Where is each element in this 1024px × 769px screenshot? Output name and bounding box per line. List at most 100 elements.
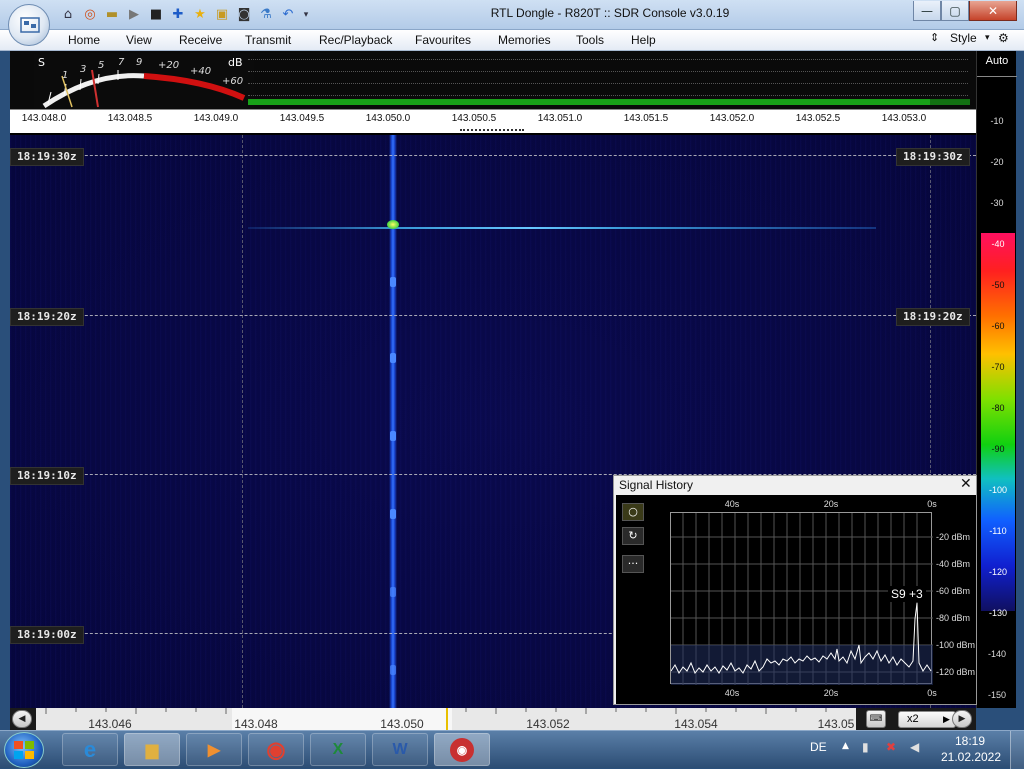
signal-burst	[390, 665, 396, 675]
db-label: -140	[987, 649, 1006, 659]
splitter-grip[interactable]	[460, 129, 524, 133]
history-y-label: -40 dBm	[936, 559, 971, 569]
clock-date[interactable]: 21.02.2022	[936, 750, 1006, 764]
style-dropdown-icon[interactable]: ▾	[985, 32, 990, 43]
undo-icon[interactable]: ↶	[280, 7, 296, 23]
zoom-arrow-icon: ▶	[943, 714, 950, 724]
signal-history-title: Signal History	[619, 478, 694, 492]
settings-gear-icon[interactable]: ⚙	[998, 31, 1009, 45]
flask-icon[interactable]: ⚗	[258, 7, 274, 23]
language-indicator[interactable]: DE	[810, 740, 827, 754]
db-label: -10	[990, 116, 1004, 126]
show-desktop-button[interactable]	[1010, 731, 1024, 769]
stop-icon[interactable]: ■	[148, 7, 164, 23]
excel-icon[interactable]: X	[310, 733, 366, 766]
db-label: -70	[991, 362, 1005, 372]
db-label: -40	[991, 239, 1005, 249]
s-meter-scale-label: 5	[98, 60, 105, 71]
folder-icon[interactable]: ▬	[104, 7, 120, 23]
signal-burst	[390, 509, 396, 519]
minimize-button[interactable]: —	[913, 1, 941, 21]
signal-burst	[390, 277, 396, 287]
s-meter-scale-label: 7	[118, 57, 125, 68]
db-scale: Auto -10 -20 -30 -40 -50 -60 -70 -80 -90…	[976, 51, 1017, 708]
time-label: 18:19:20z	[10, 308, 84, 326]
word-icon[interactable]: W	[372, 733, 428, 766]
style-menu[interactable]: Style	[950, 31, 977, 45]
time-grid-line	[10, 155, 976, 156]
auto-scale-button[interactable]: Auto	[977, 55, 1017, 67]
tray-device-icon[interactable]: ▮	[862, 740, 869, 754]
chrome-icon[interactable]: ◉	[248, 733, 304, 766]
menu-favourites[interactable]: Favourites	[415, 33, 471, 47]
s-meter: S dB 1 3 5 7 9 +20 +40 +60	[34, 54, 254, 109]
bottom-frequency-ruler[interactable]: 143.046 143.048 143.050 143.052 143.054 …	[36, 708, 856, 730]
reset-button[interactable]: ↻	[622, 527, 644, 545]
tray-expand-icon[interactable]: ▲	[842, 741, 849, 751]
sdr-console-icon[interactable]: ◉	[434, 733, 490, 766]
lock-icon[interactable]: ▣	[214, 7, 230, 23]
s-meter-db-label: dB	[228, 56, 243, 69]
time-grid-line	[10, 315, 976, 316]
signal-burst	[390, 587, 396, 597]
noise-floor-line	[248, 83, 968, 85]
scale-divider	[977, 76, 1017, 77]
zoom-selector[interactable]: x2 ▶	[898, 711, 956, 728]
history-y-label: -120 dBm	[936, 667, 976, 677]
scroll-left-icon[interactable]: ◀	[12, 710, 32, 728]
menu-home[interactable]: Home	[68, 33, 100, 47]
keyboard-icon[interactable]: ⌨	[866, 710, 886, 728]
star-icon[interactable]: ★	[192, 7, 208, 23]
title-bar: ⌂ ◎ ▬ ▶ ■ ✚ ★ ▣ ◙ ⚗ ↶ ▾ RTL Dongle - R82…	[0, 0, 1024, 30]
signal-level-bar-tail	[930, 99, 970, 105]
noise-floor-line	[248, 95, 968, 97]
close-button[interactable]: ✕	[969, 1, 1017, 21]
history-x-label: 0s	[927, 688, 937, 698]
record-button[interactable]: ○	[622, 503, 644, 521]
sdr-radio-icon: ◉	[450, 737, 474, 762]
frequency-scale[interactable]: 143.048.0 143.048.5 143.049.0 143.049.5 …	[10, 109, 976, 129]
bottom-freq-label: 143.046	[88, 717, 132, 730]
explorer-icon[interactable]: ▆	[124, 733, 180, 766]
signal-history-body: ○ ↻ ··· 40s 20s 0s -20 dBm -40 dBm -60 d…	[616, 495, 976, 704]
ie-icon[interactable]: e	[62, 733, 118, 766]
menu-help[interactable]: Help	[631, 33, 656, 47]
home-icon[interactable]: ⌂	[60, 7, 76, 23]
media-player-icon[interactable]: ▶	[186, 733, 242, 766]
menu-transmit[interactable]: Transmit	[245, 33, 291, 47]
tray-network-icon[interactable]: ✖	[886, 740, 896, 754]
style-spinner-icon[interactable]: ⇕	[930, 31, 939, 44]
add-icon[interactable]: ✚	[170, 7, 186, 23]
freq-label: 143.049.5	[279, 113, 325, 124]
menu-receive[interactable]: Receive	[179, 33, 222, 47]
menu-rec-playback[interactable]: Rec/Playback	[319, 33, 392, 47]
clock-time[interactable]: 18:19	[940, 734, 1000, 748]
signal-burst	[390, 431, 396, 441]
app-menu-button[interactable]	[8, 4, 50, 46]
signal-strength-badge: S9 +3	[888, 586, 926, 602]
freq-label: 143.052.5	[795, 113, 841, 124]
freq-label: 143.050.5	[451, 113, 497, 124]
right-bottom-corner	[976, 708, 1024, 730]
menu-tools[interactable]: Tools	[576, 33, 604, 47]
db-label: -50	[991, 280, 1005, 290]
tuning-marker[interactable]	[446, 708, 448, 730]
tray-volume-icon[interactable]: ◀	[910, 740, 919, 754]
scroll-right-icon[interactable]: ▶	[952, 710, 972, 728]
freq-label: 143.053.0	[881, 113, 927, 124]
history-x-label: 0s	[927, 499, 937, 509]
time-label: 18:19:10z	[10, 467, 84, 485]
more-options-button[interactable]: ···	[622, 555, 644, 573]
maximize-button[interactable]: ▢	[941, 1, 969, 21]
menu-memories[interactable]: Memories	[498, 33, 551, 47]
start-button[interactable]	[4, 732, 44, 768]
dropdown-icon[interactable]: ▾	[298, 7, 314, 23]
lifebuoy-icon[interactable]: ◎	[82, 7, 98, 23]
spectrum-display[interactable]: S dB 1 3 5 7 9 +20 +40 +60	[10, 51, 976, 109]
menu-view[interactable]: View	[126, 33, 152, 47]
bottom-freq-label: 143.054	[674, 717, 718, 730]
history-x-label: 20s	[823, 499, 839, 509]
signal-history-close-icon[interactable]: ✕	[960, 476, 972, 492]
camera-icon[interactable]: ◙	[236, 7, 252, 23]
play-icon[interactable]: ▶	[126, 7, 142, 23]
